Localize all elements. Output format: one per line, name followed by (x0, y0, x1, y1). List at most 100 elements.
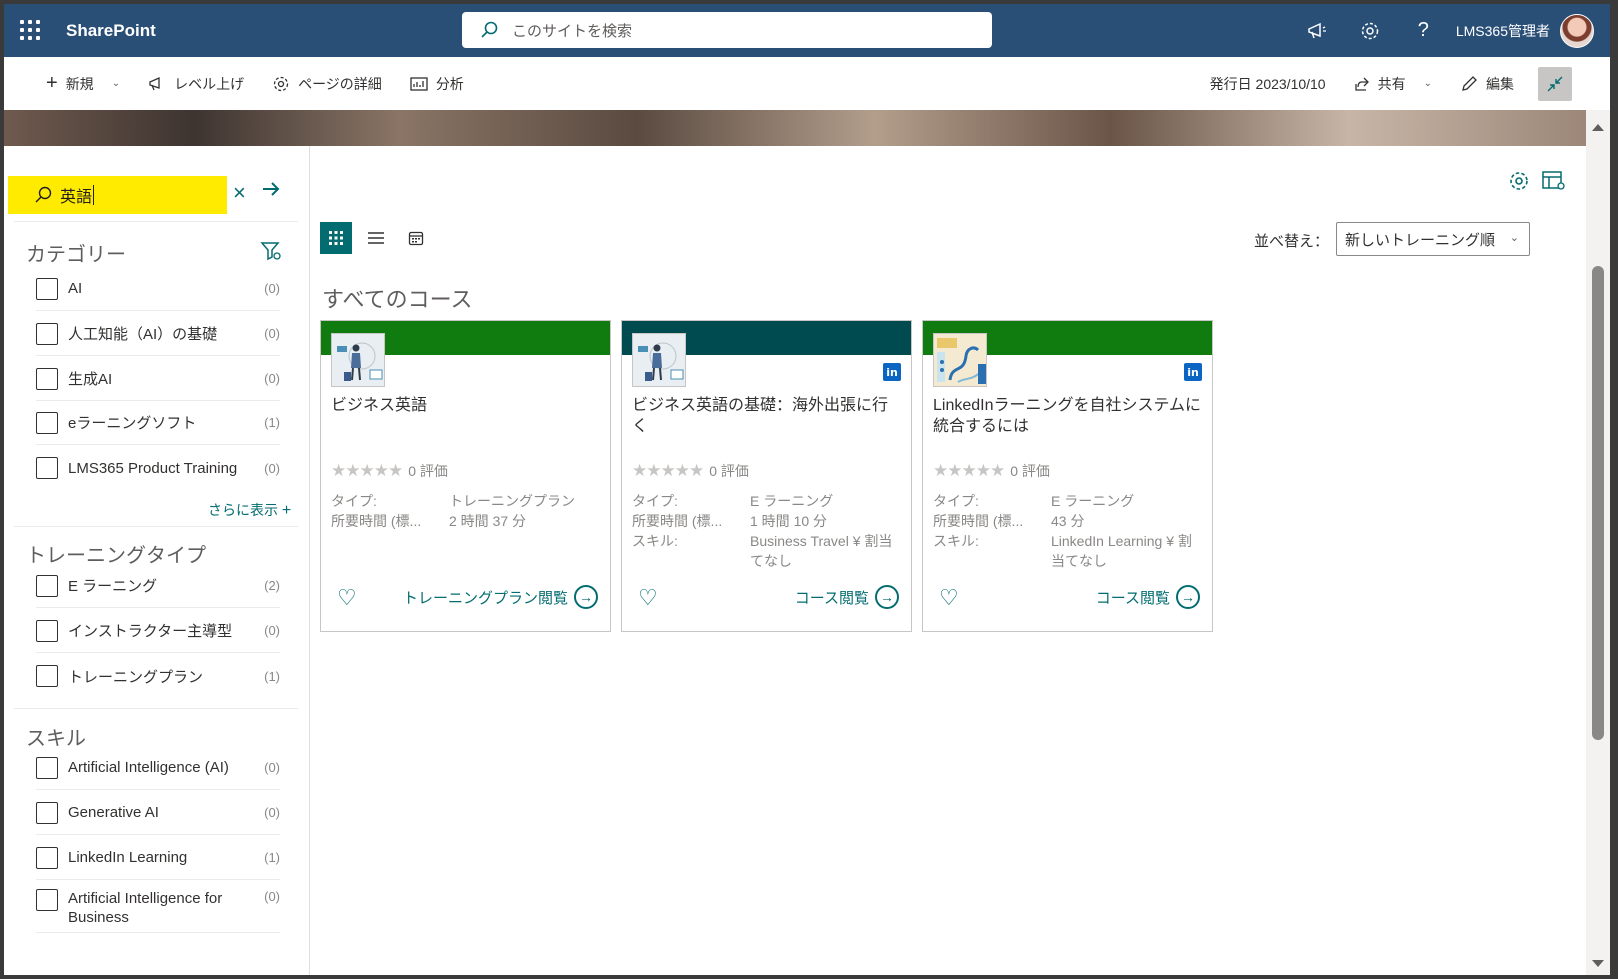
search-submit-arrow-icon[interactable] (260, 178, 282, 205)
filter-item-count: (1) (264, 850, 280, 865)
favorite-heart-icon[interactable]: ♡ (939, 585, 959, 611)
favorite-heart-icon[interactable]: ♡ (337, 585, 357, 611)
meta-value: E ラーニング (750, 493, 834, 509)
collapse-header-button[interactable] (1538, 66, 1572, 101)
app-name[interactable]: SharePoint (66, 21, 156, 41)
calendar-view-button[interactable] (400, 222, 432, 254)
gear-icon (273, 76, 289, 91)
checkbox[interactable] (36, 367, 58, 390)
share-label: 共有 (1377, 75, 1406, 92)
filter-item-label: LinkedIn Learning (68, 849, 188, 866)
course-meta: タイプ: E ラーニング 所要時間 (標... 1 時間 10 分 スキル: Busi… (632, 491, 900, 571)
help-icon[interactable]: ? (1397, 4, 1450, 57)
filter-item-category-2[interactable]: 生成AI (0) (36, 357, 280, 401)
new-label: 新規 (65, 75, 94, 92)
course-card[interactable]: in LinkedInラーニングを自社システムに統合するには ★★★★★ 0 評価… (922, 320, 1213, 632)
filter-item-type-1[interactable]: インストラクター主導型 (0) (36, 609, 280, 653)
arrow-right-icon: → (574, 585, 598, 609)
filter-item-count: (0) (264, 760, 280, 775)
checkbox[interactable] (36, 322, 58, 345)
rating-stars: ★★★★★ 0 評価 (933, 461, 1050, 480)
course-title[interactable]: LinkedInラーニングを自社システムに統合するには (933, 395, 1201, 437)
filter-item-label: 生成AI (68, 371, 113, 388)
checkbox[interactable] (36, 665, 58, 687)
checkbox[interactable] (36, 277, 58, 300)
course-title[interactable]: ビジネス英語 (331, 395, 599, 416)
rating-count: 0 評価 (709, 463, 749, 479)
layout-settings-icon[interactable] (1542, 170, 1566, 197)
checkbox[interactable] (36, 801, 58, 824)
meta-value: トレーニングプラン (449, 493, 575, 509)
arrow-right-icon: → (875, 585, 899, 609)
filter-item-skill-3[interactable]: Artificial Intelligence for Business (0) (36, 881, 280, 933)
favorite-heart-icon[interactable]: ♡ (638, 585, 658, 611)
scrollbar-thumb[interactable] (1592, 266, 1604, 740)
filter-item-skill-1[interactable]: Generative AI (0) (36, 791, 280, 835)
checkbox[interactable] (36, 574, 58, 597)
filter-item-label: 人工知能（AI）の基礎 (68, 326, 218, 343)
filter-item-count: (0) (264, 371, 280, 386)
course-card[interactable]: ビジネス英語 ★★★★★ 0 評価 タイプ: トレーニングプラン 所要時間 (標..… (320, 320, 611, 632)
meta-value: Business Travel ¥ 割当てなし (750, 533, 893, 569)
user-avatar[interactable] (1560, 13, 1594, 48)
action-label: コース閲覧 (794, 589, 869, 607)
view-course-link[interactable]: コース閲覧 → (1096, 585, 1200, 609)
site-search-box[interactable]: このサイトを検索 (462, 12, 992, 48)
filter-item-type-0[interactable]: E ラーニング (2) (36, 564, 280, 608)
app-launcher-icon[interactable] (20, 20, 40, 40)
arrow-right-icon: → (1176, 585, 1200, 609)
webpart-settings-icon[interactable] (1508, 170, 1530, 197)
filter-settings-icon[interactable] (260, 240, 282, 267)
edit-button[interactable]: 編集 (1446, 57, 1528, 110)
checkbox[interactable] (36, 619, 58, 642)
settings-gear-icon[interactable] (1344, 4, 1397, 57)
analytics-button[interactable]: 分析 (396, 57, 478, 110)
list-view-button[interactable] (360, 222, 392, 254)
linkedin-icon: in (883, 363, 901, 381)
checkbox[interactable] (36, 411, 58, 434)
checkbox[interactable] (36, 756, 58, 779)
sort-dropdown[interactable]: 新しいトレーニング順 ⌄ (1336, 222, 1530, 256)
clear-search-icon[interactable]: × (233, 180, 246, 206)
filter-item-category-1[interactable]: 人工知能（AI）の基礎 (0) (36, 312, 280, 356)
meta-value: 1 時間 10 分 (750, 513, 828, 529)
filter-item-type-2[interactable]: トレーニングプラン (1) (36, 654, 280, 698)
show-more-link[interactable]: さらに表示 + (208, 500, 291, 520)
filter-item-category-0[interactable]: AI (0) (36, 267, 280, 311)
page-details-button[interactable]: ページの詳細 (258, 57, 396, 110)
course-meta: タイプ: トレーニングプラン 所要時間 (標... 2 時間 37 分 (331, 491, 599, 531)
filter-item-count: (0) (264, 623, 280, 638)
checkbox[interactable] (36, 889, 58, 911)
show-more-label: さらに表示 (208, 502, 278, 518)
filter-item-label: AI (68, 280, 83, 297)
sort-value: 新しいトレーニング順 (1345, 231, 1496, 249)
checkbox[interactable] (36, 846, 58, 869)
view-course-link[interactable]: コース閲覧 → (795, 585, 899, 609)
share-icon (1354, 77, 1369, 91)
scroll-up-arrow-icon[interactable] (1592, 124, 1604, 131)
user-name[interactable]: LMS365管理者 (1456, 21, 1550, 41)
checkbox[interactable] (36, 457, 58, 479)
filter-item-label: Generative AI (68, 804, 159, 821)
sort-label: 並べ替え： (1254, 233, 1330, 250)
filter-item-category-4[interactable]: LMS365 Product Training (0) (36, 446, 280, 490)
course-title[interactable]: ビジネス英語の基礎：海外出張に行く (632, 395, 900, 437)
browser-frame: SharePoint このサイトを検索 ? LMS365管理者 + 新規 ⌄ レ… (4, 4, 1610, 975)
divider (14, 526, 298, 527)
new-button[interactable]: + 新規 ⌄ (32, 57, 134, 110)
meta-key: 所要時間 (標... (632, 513, 723, 529)
filter-item-category-3[interactable]: eラーニングソフト (1) (36, 401, 280, 445)
suite-bar: SharePoint このサイトを検索 ? LMS365管理者 (4, 4, 1610, 57)
filter-item-skill-2[interactable]: LinkedIn Learning (1) (36, 836, 280, 880)
filter-item-skill-0[interactable]: Artificial Intelligence (AI) (0) (36, 746, 280, 790)
hero-image (4, 110, 1586, 146)
scroll-down-arrow-icon[interactable] (1592, 960, 1604, 967)
grid-view-button[interactable] (320, 222, 352, 254)
megaphone-icon[interactable] (1291, 4, 1344, 57)
filter-item-label: eラーニングソフト (68, 415, 197, 432)
promote-button[interactable]: レベル上げ (134, 57, 258, 110)
share-button[interactable]: 共有 ⌄ (1340, 57, 1446, 110)
keyword-search-input[interactable]: 英語 (8, 176, 227, 214)
view-training-plan-link[interactable]: トレーニングプラン閲覧 → (403, 585, 598, 609)
course-card[interactable]: in ビジネス英語の基礎：海外出張に行く ★★★★★ 0 評価 タイプ: E ラーニ… (621, 320, 912, 632)
